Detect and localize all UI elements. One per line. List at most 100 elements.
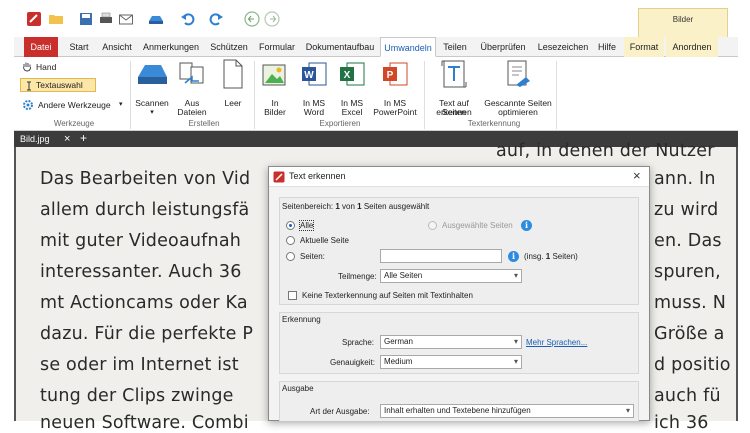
radio-page-range[interactable] — [286, 252, 295, 261]
tab-lesezeichen[interactable]: Lesezeichen — [536, 37, 590, 57]
document-text-line: auf, in denen der Nutzer — [496, 141, 715, 161]
radio-selected-pages-label: Ausgewählte Seiten — [442, 221, 513, 230]
tab-hilfe[interactable]: Hilfe — [594, 37, 620, 57]
subset-label: Teilmenge: — [338, 272, 377, 281]
gear-icon — [23, 100, 33, 110]
more-languages-link[interactable]: Mehr Sprachen... — [526, 338, 587, 347]
tab-ansicht[interactable]: Ansicht — [98, 37, 136, 57]
document-text-line: spuren, — [654, 262, 721, 282]
blank-page-icon — [223, 59, 243, 89]
open-folder-icon[interactable] — [48, 11, 64, 27]
skip-text-pages-label: Keine Texterkennung auf Seiten mit Texti… — [302, 291, 473, 300]
range-label-prefix: Seitenbereich: — [282, 202, 336, 211]
image-export-icon — [262, 64, 286, 86]
recognize-text-label-2: erkennen — [436, 107, 472, 117]
powerpoint-icon: P — [383, 62, 408, 86]
app-logo-icon — [27, 12, 41, 26]
chevron-down-icon: ▾ — [119, 101, 123, 108]
language-label: Sprache: — [342, 338, 375, 347]
skip-text-pages-checkbox[interactable] — [288, 291, 297, 300]
document-text-line: neuen Software. Combi — [40, 413, 249, 433]
export-excel-button[interactable]: X In MS Excel — [334, 59, 370, 117]
optimize-scanned-pages-button[interactable]: Gescannte Seiten optimieren — [484, 59, 552, 117]
range-label-suffix: Seiten ausgewählt — [361, 202, 430, 211]
document-text-line: se oder im Internet ist — [40, 355, 239, 375]
dialog-title: Text erkennen — [289, 171, 346, 181]
forward-icon[interactable] — [264, 11, 280, 27]
optimize-page-icon — [507, 60, 530, 87]
ribbon-tabs: Datei Start Ansicht Anmerkungen Schützen… — [14, 37, 738, 57]
tab-dokumentaufbau[interactable]: Dokumentaufbau — [302, 37, 378, 57]
output-type-select[interactable]: Inhalt erhalten und Textebene hinzufügen — [380, 404, 634, 418]
context-group-images: Bilder — [638, 8, 728, 37]
document-text-line: Das Bearbeiten von Vid — [40, 169, 251, 189]
save-icon[interactable] — [78, 11, 94, 27]
tab-schuetzen[interactable]: Schützen — [206, 37, 252, 57]
svg-text:W: W — [304, 70, 314, 81]
word-icon: W — [302, 62, 327, 86]
tab-format[interactable]: Format — [624, 37, 664, 57]
tab-datei[interactable]: Datei — [24, 37, 58, 57]
print-icon[interactable] — [98, 11, 114, 27]
info-icon[interactable]: i — [521, 220, 532, 231]
export-powerpoint-button[interactable]: P In MS PowerPoint — [370, 59, 420, 117]
undo-icon[interactable] — [180, 11, 196, 27]
radio-selected-pages[interactable] — [428, 221, 437, 230]
ocr-page-icon — [441, 60, 467, 88]
tab-ueberpruefen[interactable]: Überprüfen — [474, 37, 532, 57]
pages-input[interactable] — [380, 249, 502, 263]
document-text-line: muss. N — [654, 293, 726, 313]
context-group-label: Bilder — [672, 15, 694, 24]
add-tab-icon[interactable]: + — [80, 131, 87, 146]
ribbon-divider — [254, 61, 255, 129]
recognize-text-button[interactable]: Text auf Seiten erkennen — [426, 59, 482, 117]
scan-label: Scannen — [135, 98, 169, 108]
tab-teilen[interactable]: Teilen — [440, 37, 470, 57]
export-excel-label-2: Excel — [341, 107, 363, 117]
quick-access-toolbar: Bilder — [14, 0, 738, 37]
info-icon[interactable]: i — [508, 251, 519, 262]
document-text-line: d positio — [654, 355, 731, 375]
radio-all-pages[interactable] — [286, 221, 295, 230]
page-range-summary: Seitenbereich: 1 von 1 Seiten ausgewählt — [282, 202, 429, 211]
document-text-line: dazu. Für die perfekte P — [40, 324, 254, 344]
ribbon: Hand Textauswahl Andere Werkzeuge ▾ Werk… — [14, 57, 738, 131]
document-text-line: Größe a — [654, 324, 725, 344]
close-icon[interactable]: × — [633, 168, 641, 183]
files-icon — [179, 62, 204, 84]
from-files-button[interactable]: Aus Dateien — [172, 59, 212, 117]
radio-current-page[interactable] — [286, 236, 295, 245]
document-text-line: en. Das — [654, 231, 722, 251]
recognition-header: Erkennung — [282, 315, 321, 324]
tab-anmerkungen[interactable]: Anmerkungen — [140, 37, 202, 57]
text-cursor-icon — [27, 81, 31, 91]
tab-formular[interactable]: Formular — [256, 37, 298, 57]
document-text-line: interessanter. Auch 36 — [40, 262, 242, 282]
scan-button[interactable]: Scannen ▾ — [134, 59, 170, 117]
export-images-button[interactable]: In Bilder — [258, 59, 292, 117]
export-word-button[interactable]: W In MS Word — [296, 59, 332, 117]
tab-umwandeln[interactable]: Umwandeln — [380, 37, 436, 57]
document-text-line: tung der Clips zwinge — [40, 386, 234, 406]
from-files-label-2: Dateien — [177, 107, 207, 117]
scanner-icon[interactable] — [148, 11, 164, 27]
subset-select[interactable]: Alle Seiten — [380, 269, 522, 283]
page-range-section: Seitenbereich: 1 von 1 Seiten ausgewählt… — [279, 197, 639, 305]
group-label-create: Erstellen — [188, 119, 220, 128]
text-select-label: Textauswahl — [36, 80, 83, 90]
other-tools-dropdown[interactable]: Andere Werkzeuge ▾ — [22, 99, 123, 111]
email-icon[interactable] — [118, 11, 134, 27]
accuracy-select[interactable]: Medium — [380, 355, 522, 369]
redo-icon[interactable] — [208, 11, 224, 27]
output-section: Ausgabe Art der Ausgabe: Inhalt erhalten… — [279, 381, 639, 421]
optimize-scanned-pages-label-2: optimieren — [498, 107, 538, 117]
empty-document-button[interactable]: Leer — [218, 59, 248, 117]
pages-total-suffix: Seiten) — [550, 252, 578, 261]
tab-start[interactable]: Start — [64, 37, 94, 57]
back-icon[interactable] — [244, 11, 260, 27]
close-icon[interactable]: × — [64, 131, 70, 147]
text-select-tool[interactable]: Textauswahl — [20, 78, 96, 92]
document-tab[interactable]: Bild.jpg × — [14, 131, 76, 147]
language-select[interactable]: German — [380, 335, 522, 349]
tab-anordnen[interactable]: Anordnen — [666, 37, 718, 57]
